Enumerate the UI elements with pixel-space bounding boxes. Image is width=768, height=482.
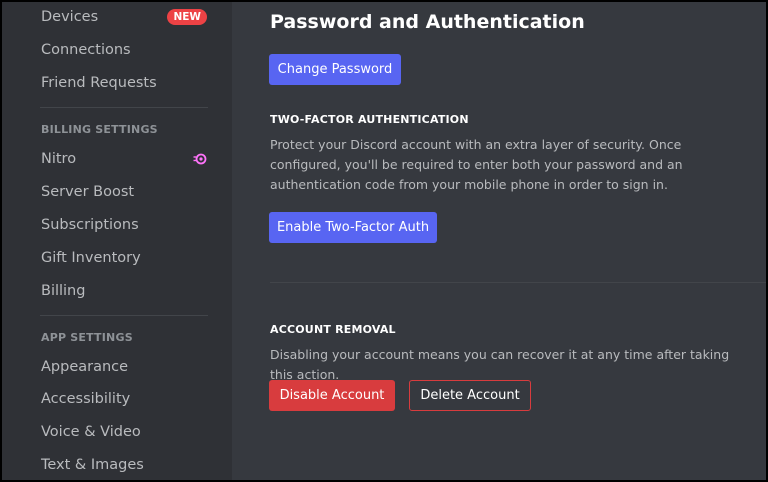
sidebar-item-devices[interactable]: Devices NEW bbox=[30, 2, 207, 32]
sidebar-item-friend-requests[interactable]: Friend Requests bbox=[30, 68, 207, 98]
new-badge: NEW bbox=[167, 9, 207, 25]
sidebar-item-server-boost[interactable]: Server Boost bbox=[30, 177, 207, 207]
sidebar-item-label: Subscriptions bbox=[41, 217, 139, 233]
sidebar-item-label: Server Boost bbox=[41, 184, 135, 200]
sidebar-item-connections[interactable]: Connections bbox=[30, 35, 207, 65]
sidebar-item-label: Voice & Video bbox=[41, 424, 141, 440]
settings-window: Devices NEW Connections Friend Requests … bbox=[2, 2, 766, 480]
section-divider bbox=[270, 282, 766, 283]
disable-account-button[interactable]: Disable Account bbox=[269, 380, 395, 411]
page-title: Password and Authentication bbox=[270, 11, 585, 33]
two-factor-description: Protect your Discord account with an ext… bbox=[270, 137, 683, 192]
sidebar-item-billing[interactable]: Billing bbox=[30, 276, 207, 306]
account-removal-header: ACCOUNT REMOVAL bbox=[270, 323, 396, 336]
sidebar-item-text-images[interactable]: Text & Images bbox=[30, 450, 207, 480]
sidebar-item-label: Connections bbox=[41, 42, 131, 58]
delete-account-button[interactable]: Delete Account bbox=[409, 380, 531, 411]
sidebar-item-gift-inventory[interactable]: Gift Inventory bbox=[30, 243, 207, 273]
sidebar-item-nitro[interactable]: Nitro bbox=[30, 144, 207, 174]
sidebar-item-accessibility[interactable]: Accessibility bbox=[30, 384, 207, 414]
billing-settings-header: BILLING SETTINGS bbox=[41, 123, 158, 136]
two-factor-header: TWO-FACTOR AUTHENTICATION bbox=[270, 113, 469, 126]
sidebar-item-label: Gift Inventory bbox=[41, 250, 141, 266]
sidebar-divider bbox=[40, 315, 208, 316]
sidebar-item-voice-video[interactable]: Voice & Video bbox=[30, 417, 207, 447]
sidebar-item-label: Accessibility bbox=[41, 391, 131, 407]
sidebar-item-label: Text & Images bbox=[41, 457, 144, 473]
sidebar-item-label: Devices bbox=[41, 9, 99, 25]
sidebar-item-appearance[interactable]: Appearance bbox=[30, 352, 207, 382]
change-password-button[interactable]: Change Password bbox=[269, 54, 401, 85]
sidebar-item-label: Nitro bbox=[41, 151, 77, 167]
sidebar-item-label: Friend Requests bbox=[41, 75, 157, 91]
sidebar-divider bbox=[40, 107, 208, 108]
app-settings-header: APP SETTINGS bbox=[41, 331, 133, 344]
sidebar-item-label: Billing bbox=[41, 283, 86, 299]
main-content: Password and Authentication Change Passw… bbox=[232, 2, 766, 480]
account-removal-description: Disabling your account means you can rec… bbox=[270, 347, 730, 382]
nitro-icon bbox=[193, 153, 207, 165]
sidebar-item-subscriptions[interactable]: Subscriptions bbox=[30, 210, 207, 240]
sidebar: Devices NEW Connections Friend Requests … bbox=[2, 2, 232, 480]
enable-two-factor-button[interactable]: Enable Two-Factor Auth bbox=[269, 212, 437, 243]
sidebar-item-label: Appearance bbox=[41, 359, 129, 375]
